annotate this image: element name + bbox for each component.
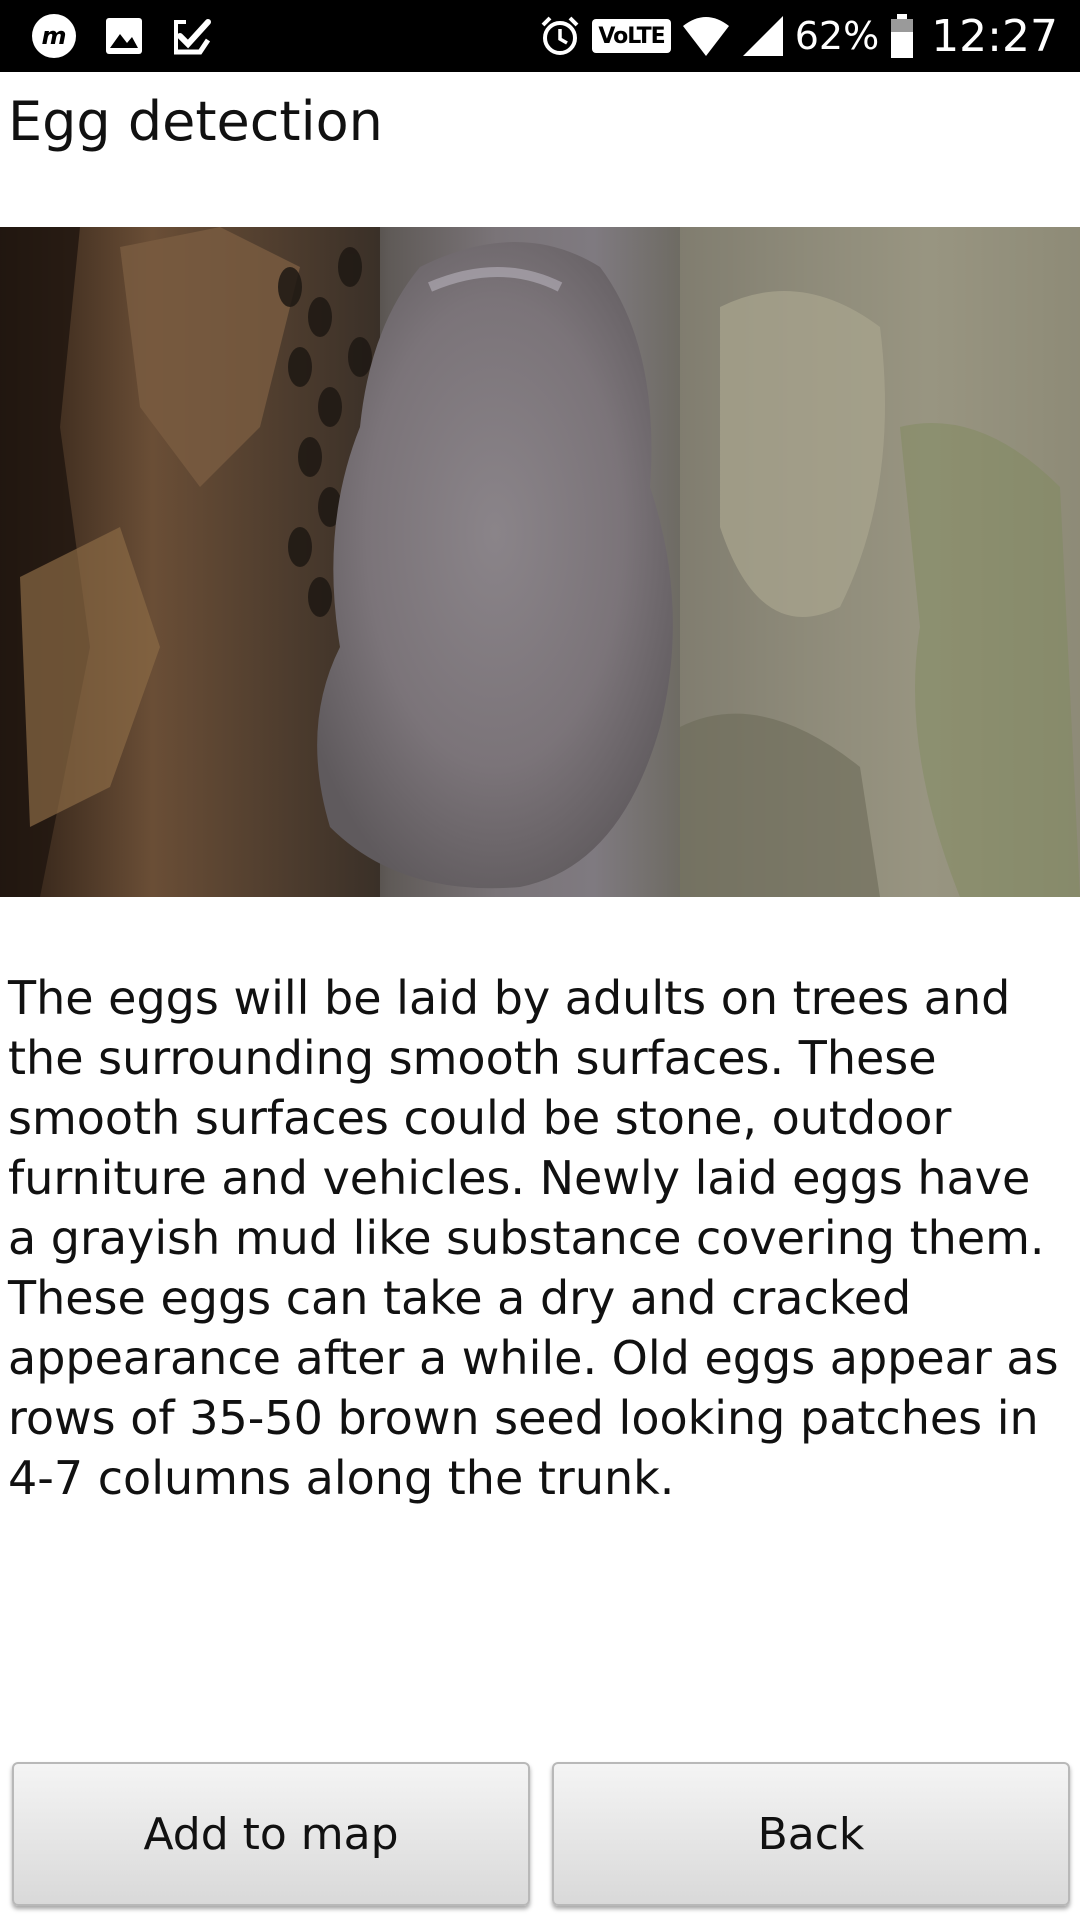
- back-button[interactable]: Back: [552, 1762, 1070, 1906]
- add-to-map-button[interactable]: Add to map: [12, 1762, 530, 1906]
- status-bar-right: VoLTE 62% 12:27: [538, 6, 1058, 66]
- signal-icon: [741, 14, 785, 58]
- svg-text:m: m: [41, 22, 66, 50]
- battery-icon: [889, 12, 915, 60]
- status-bar-left: m: [30, 8, 214, 64]
- volte-badge: VoLTE: [592, 19, 671, 53]
- status-bar: m VoLTE 62% 12:27: [0, 0, 1080, 72]
- description-text: The eggs will be laid by adults on trees…: [8, 971, 1059, 1505]
- page-title: Egg detection: [8, 90, 383, 153]
- image-icon: [104, 16, 144, 56]
- battery-percent: 62%: [794, 14, 880, 58]
- m-app-icon: m: [30, 12, 78, 60]
- alarm-icon: [538, 14, 582, 58]
- task-check-icon: [170, 14, 214, 58]
- clock: 12:27: [931, 10, 1058, 62]
- egg-mass-photo: [0, 227, 1080, 897]
- wifi-icon: [681, 14, 731, 58]
